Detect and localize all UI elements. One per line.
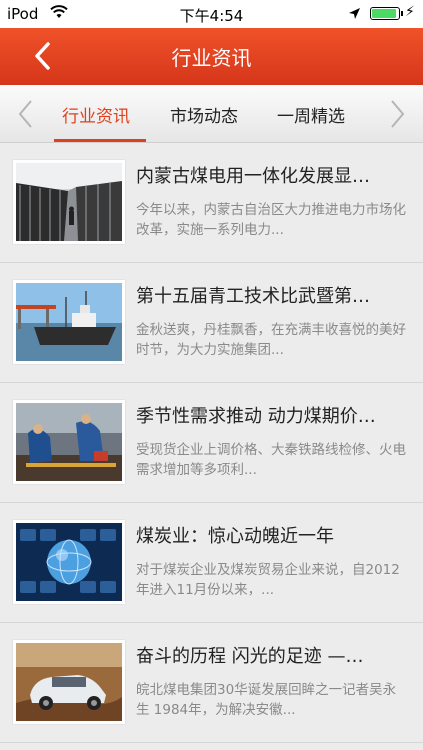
battery-level xyxy=(372,9,396,18)
page-title: 行业资讯 xyxy=(171,46,252,70)
article-summary: 对于煤炭企业及煤炭贸易企业来说，自2012年进入11月份以来，... xyxy=(136,562,400,598)
article-title: 内蒙古煤电用一体化发展显… xyxy=(136,166,370,187)
chevron-right-icon xyxy=(391,100,405,128)
tab-market-trends[interactable]: 市场动态 xyxy=(170,102,238,127)
tabs-next-button[interactable] xyxy=(387,99,407,129)
tab-industry-news[interactable]: 行业资讯 xyxy=(62,102,130,127)
article-item[interactable]: 奋斗的历程 闪光的足迹 —… 皖北煤电集团30华诞发展回眸之一记者吴永生 198… xyxy=(0,623,423,743)
article-title: 第十五届青工技术比武暨第… xyxy=(136,286,370,307)
chevron-left-icon xyxy=(18,100,32,128)
article-summary: 今年以来，内蒙古自治区大力推进电力市场化改革，实施一系列电力... xyxy=(136,202,406,238)
article-title: 奋斗的历程 闪光的足迹 —… xyxy=(136,646,364,667)
article-thumbnail xyxy=(13,520,125,604)
article-summary: 皖北煤电集团30华诞发展回眸之一记者吴永生 1984年，为解决安徽... xyxy=(136,682,397,718)
article-summary: 受现货企业上调价格、大秦铁路线检修、火电需求增加等多项利... xyxy=(136,442,406,478)
article-item[interactable]: 季节性需求推动 动力煤期价… 受现货企业上调价格、大秦铁路线检修、火电需求增加等… xyxy=(0,383,423,503)
battery-icon xyxy=(370,7,400,20)
nav-bar: 行业资讯 xyxy=(0,28,423,85)
article-thumbnail xyxy=(13,160,125,244)
status-bar: iPod 下午4:54 ⚡ xyxy=(0,0,423,28)
tab-weekly-picks[interactable]: 一周精选 xyxy=(277,102,345,127)
battery-cap xyxy=(401,11,403,16)
article-thumbnail xyxy=(13,280,125,364)
bolt-icon: ⚡ xyxy=(405,4,415,20)
category-tab-bar: 行业资讯 市场动态 一周精选 xyxy=(0,85,423,143)
article-item[interactable]: 内蒙古煤电用一体化发展显… 今年以来，内蒙古自治区大力推进电力市场化改革，实施一… xyxy=(0,143,423,263)
tabs-prev-button[interactable] xyxy=(16,99,36,129)
location-arrow-icon xyxy=(348,6,361,24)
article-thumbnail xyxy=(13,400,125,484)
active-tab-indicator xyxy=(54,139,146,142)
article-title: 季节性需求推动 动力煤期价… xyxy=(136,406,376,427)
article-summary: 金秋送爽，丹桂飘香，在充满丰收喜悦的美好时节，为大力实施集团... xyxy=(136,322,406,358)
article-thumbnail xyxy=(13,640,125,724)
article-item[interactable]: 第十五届青工技术比武暨第… 金秋送爽，丹桂飘香，在充满丰收喜悦的美好时节，为大力… xyxy=(0,263,423,383)
article-item[interactable]: 煤炭业：惊心动魄近一年 对于煤炭企业及煤炭贸易企业来说，自2012年进入11月份… xyxy=(0,503,423,623)
article-title: 煤炭业：惊心动魄近一年 xyxy=(136,526,334,547)
